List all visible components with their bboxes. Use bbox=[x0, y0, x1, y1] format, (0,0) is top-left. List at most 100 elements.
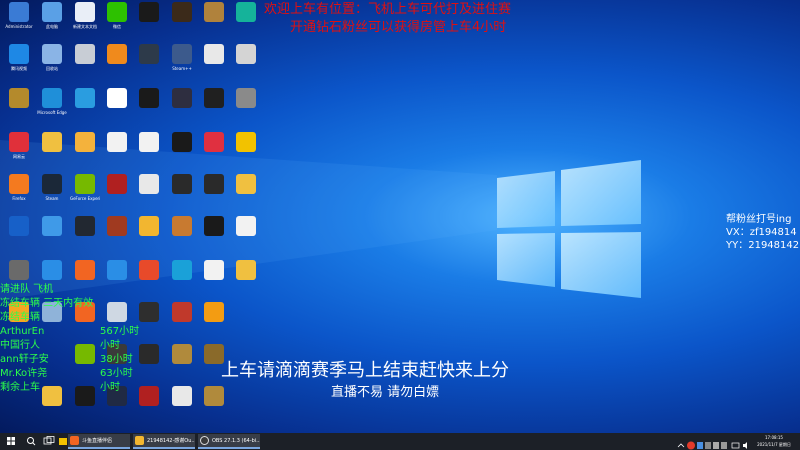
clock-time: 17:08:15 bbox=[765, 435, 783, 440]
desktop-shortcut[interactable] bbox=[167, 88, 197, 130]
tray-icons bbox=[686, 436, 730, 450]
desktop-shortcut[interactable] bbox=[134, 260, 164, 302]
desktop-shortcut[interactable]: Administrator bbox=[4, 2, 34, 44]
shortcut-label: 腾讯视频 bbox=[11, 66, 27, 71]
tray-system[interactable] bbox=[730, 436, 752, 449]
desktop-shortcut[interactable] bbox=[37, 132, 67, 174]
app-icon bbox=[42, 2, 62, 22]
desktop-shortcut[interactable] bbox=[167, 132, 197, 174]
desktop-shortcut[interactable] bbox=[4, 88, 34, 130]
desktop-shortcut[interactable] bbox=[102, 132, 132, 174]
app-icon bbox=[107, 260, 127, 280]
desktop-shortcut[interactable] bbox=[199, 386, 229, 428]
desktop-shortcut[interactable] bbox=[134, 2, 164, 44]
app-icon bbox=[172, 260, 192, 280]
desktop-shortcut[interactable] bbox=[167, 386, 197, 428]
passenger-name: ann轩子安 bbox=[0, 354, 49, 365]
desktop-shortcut[interactable] bbox=[134, 44, 164, 86]
taskbar-app-douyu[interactable]: 斗鱼直播伴侣 bbox=[68, 434, 130, 449]
desktop-shortcut[interactable] bbox=[167, 260, 197, 302]
passenger-name: Mr.Ko许尧 bbox=[0, 368, 48, 379]
taskbar-clock[interactable]: 17:08:15 2021/11/7 星期日 bbox=[752, 434, 796, 448]
desktop-shortcut[interactable] bbox=[167, 302, 197, 344]
taskbar-app-chat[interactable]: 21948142-感谢Ou... bbox=[133, 434, 195, 449]
desktop-shortcut[interactable] bbox=[231, 88, 261, 130]
desktop-shortcut[interactable] bbox=[70, 344, 100, 386]
search-button[interactable] bbox=[22, 433, 40, 450]
app-icon bbox=[9, 132, 29, 152]
desktop-shortcut[interactable] bbox=[134, 386, 164, 428]
app-icon bbox=[204, 88, 224, 108]
desktop-shortcut[interactable] bbox=[199, 174, 229, 216]
desktop-shortcut[interactable]: 腾讯视频 bbox=[4, 44, 34, 86]
desktop-shortcut[interactable]: 此电脑 bbox=[37, 2, 67, 44]
desktop-shortcut[interactable] bbox=[199, 132, 229, 174]
desktop-shortcut[interactable]: 新建文本文档 bbox=[70, 2, 100, 44]
passenger-name: 请进队 飞机 bbox=[0, 284, 54, 295]
desktop-shortcut[interactable] bbox=[134, 174, 164, 216]
desktop-shortcut[interactable]: 网易云 bbox=[4, 132, 34, 174]
desktop-shortcut[interactable] bbox=[70, 260, 100, 302]
contact-vx: VX：zf194814 bbox=[726, 227, 797, 238]
chevron-up-icon[interactable] bbox=[676, 436, 686, 448]
desktop-shortcut[interactable] bbox=[102, 216, 132, 258]
desktop-shortcut[interactable] bbox=[231, 260, 261, 302]
desktop-shortcut[interactable] bbox=[134, 216, 164, 258]
desktop-shortcut[interactable] bbox=[231, 216, 261, 258]
file-explorer-button[interactable] bbox=[58, 433, 68, 450]
shortcut-label: 微信 bbox=[113, 24, 121, 29]
desktop-shortcut[interactable] bbox=[199, 216, 229, 258]
app-icon bbox=[172, 216, 192, 236]
app-icon bbox=[75, 386, 95, 406]
taskbar-app-obs[interactable]: OBS 27.1.3 (64-bi... bbox=[198, 434, 260, 449]
desktop-shortcut[interactable] bbox=[199, 260, 229, 302]
desktop-shortcut[interactable] bbox=[70, 88, 100, 130]
app-icon bbox=[9, 88, 29, 108]
desktop-shortcut[interactable] bbox=[70, 386, 100, 428]
app-icon bbox=[236, 2, 256, 22]
passenger-hours: 38小时 bbox=[100, 354, 133, 365]
passenger-name: ArthurEn bbox=[0, 326, 45, 337]
desktop-shortcut[interactable]: GeForce Experience bbox=[70, 174, 100, 216]
desktop-shortcut[interactable] bbox=[37, 216, 67, 258]
desktop-shortcut[interactable] bbox=[102, 260, 132, 302]
desktop-shortcut[interactable]: Steam++ bbox=[167, 44, 197, 86]
desktop-shortcut[interactable] bbox=[70, 44, 100, 86]
desktop-shortcut[interactable] bbox=[199, 88, 229, 130]
start-button[interactable] bbox=[0, 433, 22, 450]
app-icon bbox=[9, 174, 29, 194]
desktop-shortcut[interactable] bbox=[4, 216, 34, 258]
desktop-shortcut[interactable] bbox=[231, 44, 261, 86]
app-icon bbox=[236, 216, 256, 236]
desktop-shortcut[interactable] bbox=[70, 216, 100, 258]
desktop-shortcut[interactable] bbox=[199, 44, 229, 86]
desktop-shortcut[interactable] bbox=[199, 302, 229, 344]
desktop-shortcut[interactable]: Steam bbox=[37, 174, 67, 216]
desktop-shortcut[interactable] bbox=[134, 132, 164, 174]
desktop-shortcut[interactable] bbox=[102, 88, 132, 130]
desktop-shortcut[interactable] bbox=[134, 88, 164, 130]
app-icon bbox=[75, 174, 95, 194]
desktop-shortcut[interactable]: 回收站 bbox=[37, 44, 67, 86]
desktop-shortcut[interactable]: Microsoft Edge bbox=[37, 88, 67, 130]
desktop-shortcut[interactable] bbox=[102, 44, 132, 86]
desktop-shortcut[interactable]: 微信 bbox=[102, 2, 132, 44]
desktop-shortcut[interactable] bbox=[199, 2, 229, 44]
desktop-shortcut[interactable] bbox=[102, 174, 132, 216]
task-view-button[interactable] bbox=[40, 433, 58, 450]
desktop-shortcut[interactable] bbox=[231, 2, 261, 44]
desktop-shortcut[interactable] bbox=[70, 132, 100, 174]
app-icon bbox=[107, 2, 127, 22]
desktop-shortcut[interactable] bbox=[37, 386, 67, 428]
app-icon bbox=[204, 132, 224, 152]
desktop-shortcut[interactable]: Firefox bbox=[4, 174, 34, 216]
passenger-row: ann轩子安 38小时 bbox=[0, 353, 133, 367]
desktop-shortcut[interactable] bbox=[167, 216, 197, 258]
app-icon bbox=[236, 88, 256, 108]
desktop-shortcut[interactable] bbox=[231, 174, 261, 216]
desktop-shortcut[interactable] bbox=[167, 344, 197, 386]
desktop-shortcut[interactable] bbox=[231, 132, 261, 174]
desktop-shortcut[interactable] bbox=[167, 174, 197, 216]
desktop-shortcut[interactable] bbox=[134, 344, 164, 386]
desktop-shortcut[interactable] bbox=[167, 2, 197, 44]
